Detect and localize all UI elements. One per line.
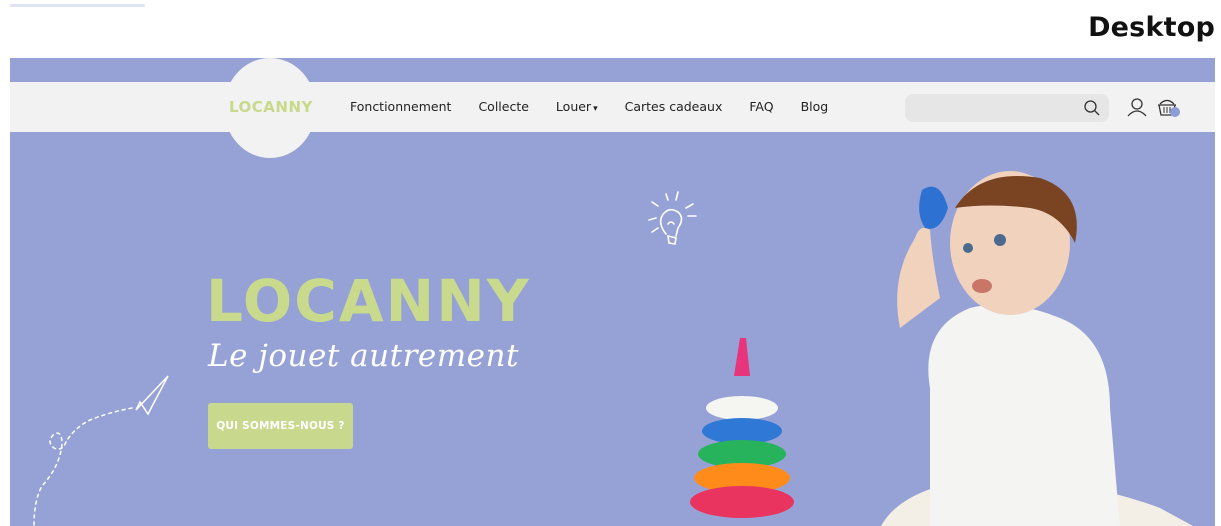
- nav-item-faq[interactable]: FAQ: [749, 99, 773, 114]
- search-icon[interactable]: [1083, 99, 1101, 117]
- nav-label: FAQ: [749, 99, 774, 114]
- nav-label: Fonctionnement: [350, 99, 452, 114]
- nav-item-blog[interactable]: Blog: [801, 99, 829, 114]
- hero-tagline: Le jouet autrement: [208, 338, 519, 374]
- user-icon[interactable]: [1127, 97, 1147, 117]
- page: Desktop LOCANNY Fonctionnement Collecte …: [0, 0, 1221, 526]
- nav-item-fonctionnement[interactable]: Fonctionnement: [350, 99, 451, 114]
- hero-brand: LOCANNY: [206, 267, 531, 335]
- frame-label: Desktop: [1088, 12, 1215, 43]
- main-nav: Fonctionnement Collecte Louer ▾ Cartes ca…: [350, 99, 855, 114]
- logo[interactable]: LOCANNY: [229, 98, 312, 116]
- nav-item-louer[interactable]: Louer ▾: [556, 99, 598, 114]
- search-bar: [905, 94, 1109, 122]
- paper-plane-icon: [33, 375, 169, 526]
- nav-item-collecte[interactable]: Collecte: [478, 99, 528, 114]
- nav-item-cartes-cadeaux[interactable]: Cartes cadeaux: [625, 99, 723, 114]
- nav-label: Cartes cadeaux: [624, 99, 723, 114]
- nav-label: Blog: [800, 99, 829, 114]
- cart-count-badge: [1170, 107, 1180, 117]
- caret-down-icon: ▾: [593, 104, 598, 114]
- top-divider: [10, 4, 145, 7]
- baby-photo: [881, 171, 1193, 526]
- stacking-rings-toy: [690, 338, 794, 518]
- desktop-frame: LOCANNY Fonctionnement Collecte Louer ▾ C…: [10, 58, 1215, 526]
- search-input[interactable]: [905, 94, 1075, 122]
- nav-label: Collecte: [478, 99, 529, 114]
- nav-label: Louer: [555, 99, 592, 114]
- lightbulb-icon: [648, 191, 697, 245]
- who-are-we-button[interactable]: QUI SOMMES-NOUS ?: [208, 403, 353, 449]
